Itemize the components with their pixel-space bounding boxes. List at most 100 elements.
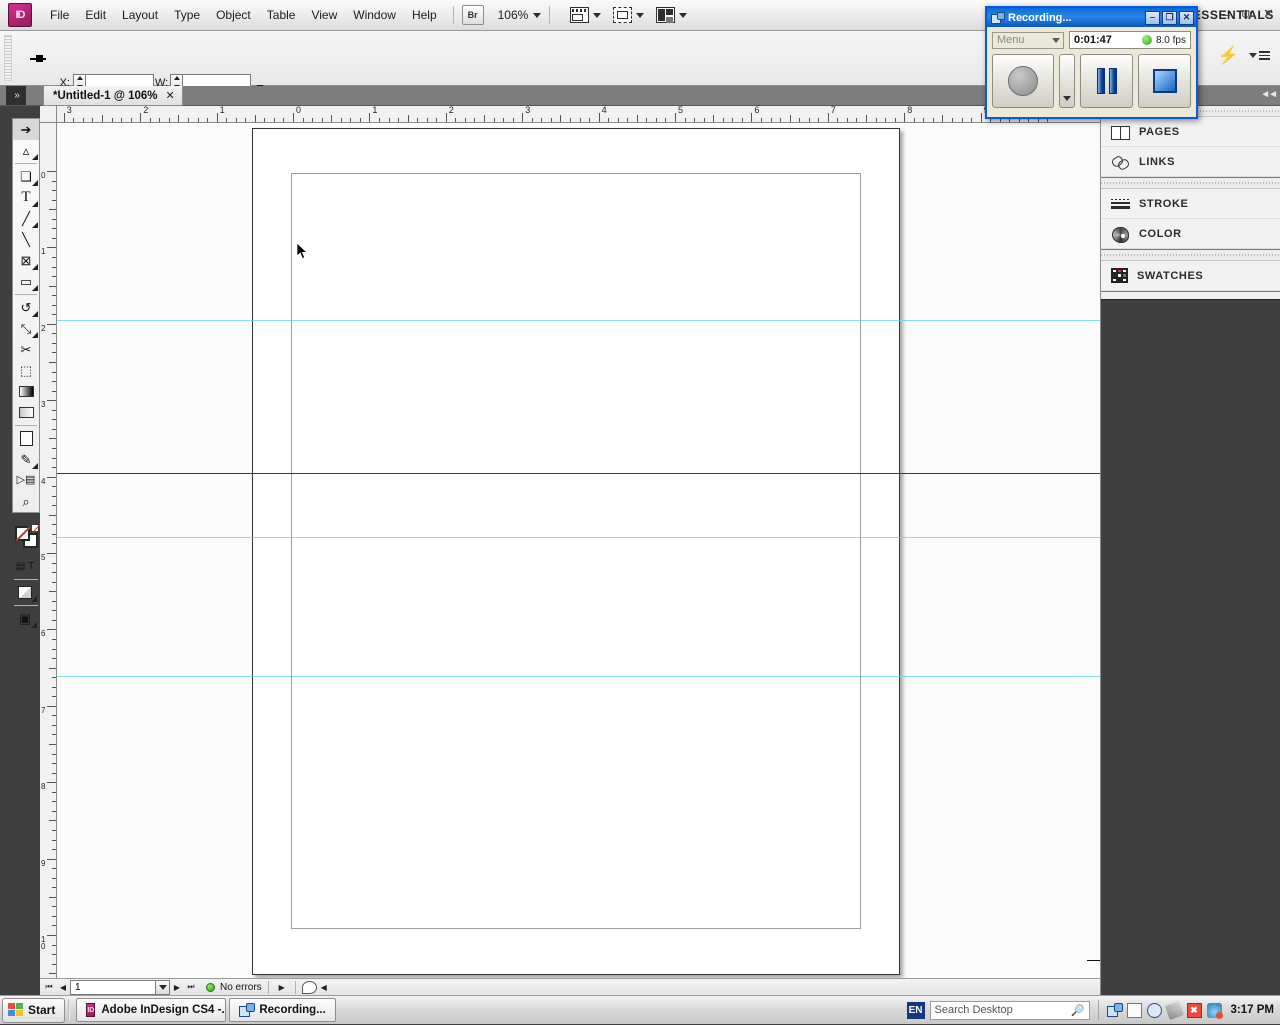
document-tray-icon[interactable] <box>1127 1003 1142 1018</box>
zoom-tool[interactable]: ⌕ <box>13 491 39 512</box>
dock-item-color[interactable]: COLOR <box>1101 219 1280 249</box>
hand-tool[interactable]: ▷▤ <box>13 470 39 491</box>
start-button[interactable]: Start <box>2 998 65 1023</box>
zoom-level-combo[interactable]: 106% <box>498 8 542 22</box>
preflight-menu-button[interactable]: ▶ <box>275 980 289 994</box>
network-tray-icon[interactable] <box>1207 1003 1222 1018</box>
record-button[interactable] <box>992 54 1054 108</box>
menu-view[interactable]: View <box>303 4 345 26</box>
clock-tray-icon[interactable] <box>1147 1003 1162 1018</box>
vertical-ruler[interactable]: 012345678910 <box>40 123 57 978</box>
default-fill-stroke-icon[interactable] <box>31 524 39 532</box>
rectangle-tool[interactable]: ▭ <box>13 271 39 292</box>
go-to-bridge-button[interactable]: Br <box>462 5 484 25</box>
panel-menu-icon[interactable] <box>1249 51 1270 60</box>
pause-button[interactable] <box>1080 54 1133 108</box>
note-tool[interactable] <box>13 428 39 449</box>
document-page[interactable] <box>252 128 900 975</box>
dock-item-links[interactable]: LINKS <box>1101 147 1280 177</box>
chevron-down-icon[interactable] <box>593 13 601 18</box>
line-tool[interactable]: ╲ <box>13 229 39 250</box>
arrange-documents-icon[interactable] <box>656 7 675 23</box>
rotate-tool[interactable]: ↺ <box>13 297 39 318</box>
language-indicator[interactable]: EN <box>907 1002 925 1019</box>
free-transform-tool[interactable]: ⬚ <box>13 360 39 381</box>
plug-tray-icon[interactable] <box>1164 1000 1183 1019</box>
menu-window[interactable]: Window <box>345 4 404 26</box>
search-desktop-input[interactable]: Search Desktop 🔍 <box>930 1001 1090 1020</box>
taskbar-item-recording[interactable]: Recording... <box>229 998 335 1022</box>
scissors-tool[interactable]: ✂ <box>13 339 39 360</box>
screen-mode-icon[interactable] <box>613 7 632 23</box>
menu-table[interactable]: Table <box>259 4 304 26</box>
indesign-logo-icon[interactable]: ID <box>8 3 32 27</box>
arrange-documents-group[interactable] <box>656 7 687 23</box>
stop-button[interactable] <box>1138 54 1191 108</box>
recording-dialog-titlebar[interactable]: Recording... – ❐ ✕ <box>987 8 1196 27</box>
view-options-icon[interactable] <box>570 7 589 23</box>
apply-color-icons[interactable]: ▤ T <box>12 556 38 577</box>
restore-window-button[interactable]: ⧉ <box>1242 6 1251 22</box>
fill-and-stroke-swatch[interactable] <box>12 524 40 554</box>
chevron-down-icon[interactable] <box>1052 38 1060 43</box>
ruler-origin-corner[interactable] <box>40 106 57 123</box>
screen-mode-group[interactable] <box>613 7 644 23</box>
dock-item-stroke[interactable]: STROKE <box>1101 189 1280 219</box>
control-bar-grip[interactable] <box>4 35 12 81</box>
close-button[interactable]: ✕ <box>1179 11 1194 25</box>
taskbar-item-indesign[interactable]: ID Adobe InDesign CS4 -... <box>76 998 226 1022</box>
scale-tool[interactable]: ⤡ <box>13 318 39 339</box>
dock-drag-handle-3[interactable] <box>1101 250 1280 261</box>
gradient-feather-tool[interactable] <box>13 402 39 423</box>
preflight-profile-icon[interactable] <box>302 981 317 994</box>
dock-resize-handle[interactable] <box>1087 960 1100 961</box>
left-dock-expander[interactable]: » <box>6 86 26 105</box>
maximize-button[interactable]: ❐ <box>1162 11 1177 25</box>
pen-tool[interactable]: ❏ <box>13 166 39 187</box>
menu-object[interactable]: Object <box>208 4 259 26</box>
horizontal-ruler[interactable]: 3210123456789 <box>57 106 1100 123</box>
document-tab[interactable]: *Untitled-1 @ 106% ✕ <box>43 86 183 106</box>
search-icon[interactable]: 🔍 <box>1071 1004 1085 1017</box>
close-window-button[interactable]: ✕ <box>1263 6 1274 22</box>
page-number-combo[interactable]: 1 <box>70 980 170 995</box>
status-collapse-button[interactable]: ◀ <box>317 980 331 994</box>
gradient-swatch-tool[interactable] <box>13 381 39 402</box>
dragged-guide-line[interactable] <box>57 473 1100 474</box>
minimize-button[interactable]: – <box>1145 11 1160 25</box>
dock-item-swatches[interactable]: SWATCHES <box>1101 261 1280 291</box>
pencil-tool[interactable]: ╱ <box>13 208 39 229</box>
menu-layout[interactable]: Layout <box>114 4 166 26</box>
menu-help[interactable]: Help <box>404 4 445 26</box>
menu-edit[interactable]: Edit <box>77 4 114 26</box>
normal-view-mode-button[interactable] <box>12 582 38 603</box>
first-page-button[interactable]: ⏮ <box>42 980 56 994</box>
recorder-tray-icon[interactable] <box>1107 1003 1122 1018</box>
horizontal-guide-2[interactable] <box>57 537 1100 538</box>
selection-tool[interactable]: ➔ <box>13 119 39 140</box>
rectangle-frame-tool[interactable]: ⊠ <box>13 250 39 271</box>
view-options-group[interactable] <box>570 7 601 23</box>
quick-apply-lightning-icon[interactable]: ⚡ <box>1218 47 1239 64</box>
recorder-menu-dropdown[interactable]: Menu <box>992 32 1064 49</box>
tabbar-scroll-arrows[interactable]: ◄◄ <box>1260 89 1276 100</box>
chevron-down-icon[interactable] <box>533 13 541 18</box>
chevron-down-icon[interactable] <box>155 981 169 994</box>
chevron-down-icon[interactable] <box>679 13 687 18</box>
antivirus-tray-icon[interactable]: ✖ <box>1187 1003 1202 1018</box>
reference-point-proxy[interactable] <box>30 51 46 67</box>
document-canvas[interactable] <box>57 123 1100 978</box>
recording-dialog[interactable]: Recording... – ❐ ✕ Menu 0:01:47 8.0 fps <box>985 6 1198 119</box>
chevron-down-icon[interactable] <box>636 13 644 18</box>
previous-page-button[interactable]: ◀ <box>56 980 70 994</box>
horizontal-guide-3[interactable] <box>57 676 1100 677</box>
minimize-window-button[interactable]: – <box>1223 7 1230 22</box>
next-page-button[interactable]: ▶ <box>170 980 184 994</box>
menu-file[interactable]: File <box>42 4 77 26</box>
menu-type[interactable]: Type <box>166 4 208 26</box>
close-icon[interactable]: ✕ <box>166 89 175 102</box>
record-options-button[interactable] <box>1059 54 1075 108</box>
dock-drag-handle-2[interactable] <box>1101 178 1280 189</box>
horizontal-guide-1[interactable] <box>57 320 1100 321</box>
direct-selection-tool[interactable]: ▵ <box>13 140 39 161</box>
